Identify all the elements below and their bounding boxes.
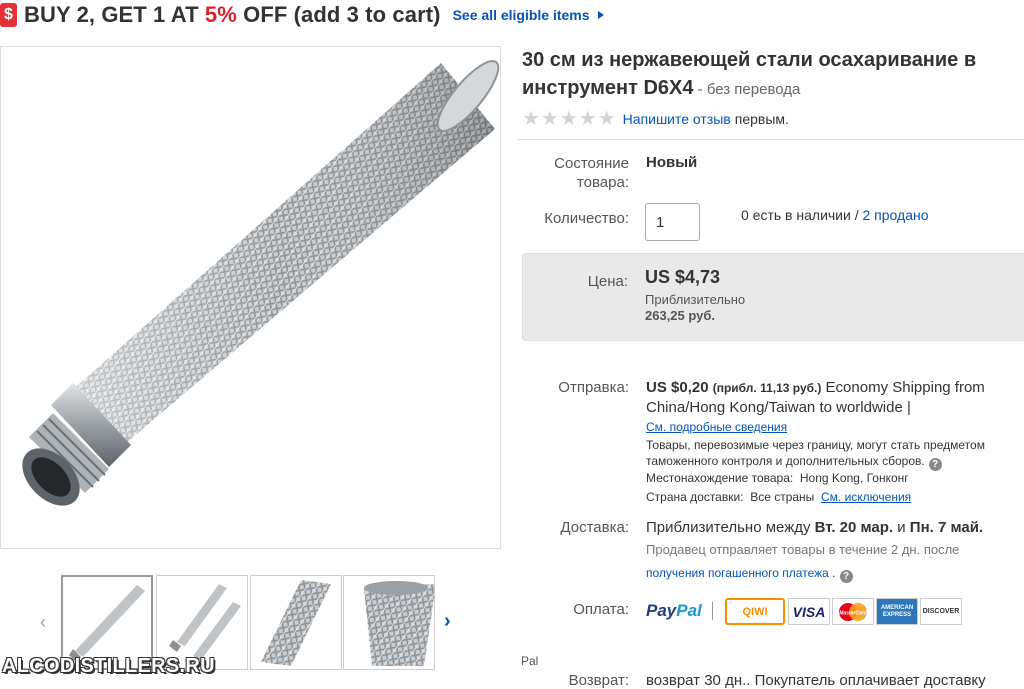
price-box — [522, 253, 1024, 341]
no-translation-note: без перевода — [706, 81, 801, 98]
help-icon[interactable]: ? — [928, 458, 942, 471]
promo-text: BUY 2, GET 1 AT 5% OFF (add 3 to cart) — [24, 2, 441, 27]
price-label: Цена: — [587, 273, 628, 290]
sold-count-link[interactable]: 2 продано — [863, 207, 929, 223]
delivery-estimate: Приблизительно между Вт. 20 мар. и Пн. 7… — [646, 519, 984, 536]
returns-label: Возврат: — [568, 672, 629, 689]
thumbnail-image — [251, 576, 341, 669]
payment-label: Оплата: — [573, 601, 629, 618]
paypal-fragment-text: Pal — [521, 654, 539, 668]
dispatch-note: Продавец отправляет товары в течение 2 д… — [646, 542, 960, 557]
stock-info: 0 есть в наличии / 2 продано — [741, 207, 929, 223]
payment-cleared-note: получения погашенного платежа .? — [646, 566, 853, 583]
shipping-label: Отправка: — [558, 379, 629, 396]
quantity-input[interactable] — [645, 203, 700, 241]
star-icon[interactable]: ★★★★★ — [522, 106, 617, 131]
svg-text:MasterCard: MasterCard — [839, 610, 867, 616]
divider — [518, 139, 1024, 140]
returns-policy: возврат 30 дн.. Покупатель оплачивает до… — [646, 672, 986, 689]
shipping-info: US $0,20 (прибл. 11,13 руб.) Economy Shi… — [646, 379, 985, 416]
qiwi-logo: QIWI — [725, 598, 785, 625]
condition-value: Новый — [646, 154, 698, 171]
price-value: US $4,73 — [645, 267, 721, 287]
approx-price-rub: 263,25 руб. — [645, 308, 716, 323]
payment-cleared-link[interactable]: получения погашенного платежа — [646, 566, 829, 580]
customs-note: Товары, перевозимые через границу, могут… — [646, 438, 985, 471]
thumbnail-4[interactable] — [343, 575, 435, 670]
ships-to: Страна доставки: Все страны См. исключен… — [646, 490, 912, 504]
condition-label: Состояние товара: — [554, 155, 629, 191]
approx-label: Приблизительно — [645, 292, 746, 307]
promo-banner: $ BUY 2, GET 1 AT 5% OFF (add 3 to cart)… — [0, 0, 604, 30]
see-eligible-items-link[interactable]: See all eligible items — [453, 7, 604, 23]
main-product-image[interactable] — [0, 46, 501, 549]
quantity-label: Количество: — [544, 210, 629, 227]
thumbnail-3[interactable] — [250, 575, 342, 670]
help-icon[interactable]: ? — [839, 570, 853, 583]
rating-suffix: первым. — [734, 110, 789, 127]
chevron-left-icon[interactable]: ‹ — [40, 612, 46, 633]
divider — [712, 602, 713, 620]
rating-row: ★★★★★ Напишите отзыв первым. — [522, 106, 789, 131]
thumbnail-image — [364, 581, 434, 666]
watermark: ALCODISTILLERS.RU — [2, 655, 215, 677]
item-location: Местонахождение товара: Hong Kong, Гонко… — [646, 471, 909, 485]
write-review-link[interactable]: Напишите отзыв — [623, 111, 731, 127]
chevron-right-icon[interactable]: › — [444, 610, 451, 633]
visa-logo: VISA — [788, 598, 830, 625]
shipping-details-link[interactable]: См. подробные сведения — [646, 420, 787, 434]
item-title: 30 см из нержавеющей стали осахаривание … — [522, 49, 977, 99]
discover-logo: DISCOVER — [920, 598, 962, 625]
mesh-filter-image — [22, 60, 500, 506]
mastercard-circles: MasterCard — [839, 602, 868, 621]
mastercard-logo: MasterCard — [832, 598, 874, 625]
chevron-right-icon — [597, 11, 604, 19]
delivery-label: Доставка: — [560, 519, 629, 536]
dollar-tag-icon: $ — [0, 3, 17, 27]
paypal-logo: PayPal — [646, 601, 702, 620]
amex-logo: AMERICAN EXPRESS — [876, 598, 918, 625]
exclusions-link[interactable]: См. исключения — [821, 490, 911, 504]
